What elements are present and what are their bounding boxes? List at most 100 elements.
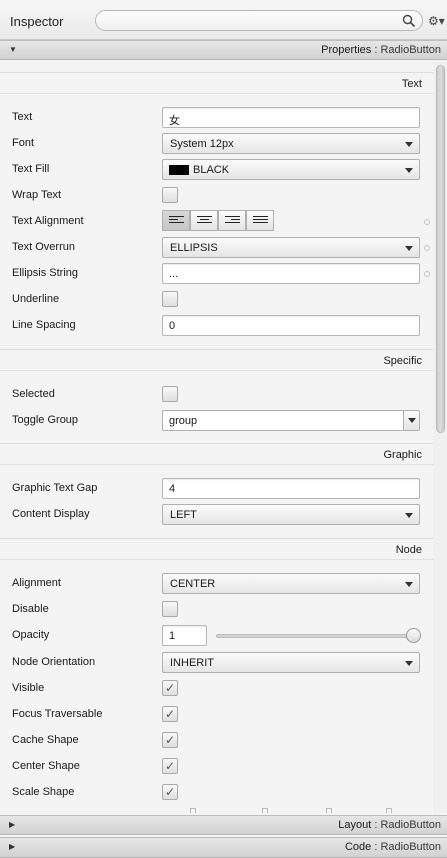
visible-label: Visible [12, 682, 45, 694]
row-center-shape: Center Shape ✓ [0, 754, 433, 780]
chevron-down-icon [405, 661, 413, 666]
row-focus-traversable: Focus Traversable ✓ [0, 702, 433, 728]
layout-section-header[interactable]: ▶ Layout : RadioButton [0, 815, 447, 835]
chevron-right-icon: ▶ [9, 842, 16, 851]
row-wrap-text: Wrap Text [0, 183, 433, 209]
row-text-alignment: Text Alignment [0, 209, 433, 235]
scrollbar[interactable] [433, 61, 447, 813]
line-spacing-field[interactable]: 0 [162, 315, 420, 336]
graphic-text-gap-field[interactable]: 4 [162, 478, 420, 499]
selected-label: Selected [12, 388, 55, 400]
text-fill-label: Text Fill [12, 163, 50, 175]
center-shape-label: Center Shape [12, 760, 80, 772]
opacity-slider-track[interactable] [216, 634, 414, 638]
group-header-specific: Specific [0, 349, 433, 371]
chevron-down-icon [405, 246, 413, 251]
properties-section-title: Properties : RadioButton [321, 44, 441, 56]
wrap-text-checkbox[interactable] [162, 187, 178, 203]
row-line-spacing: Line Spacing 0 [0, 313, 433, 339]
properties-section-header[interactable]: ▼ Properties : RadioButton [0, 40, 447, 60]
center-shape-checkbox[interactable]: ✓ [162, 758, 178, 774]
align-left-button[interactable] [162, 210, 190, 231]
align-center-button[interactable] [190, 210, 218, 231]
alignment-label: Alignment [12, 577, 61, 589]
text-alignment-label: Text Alignment [12, 215, 84, 227]
align-right-icon [225, 216, 240, 227]
toggle-group-combo[interactable]: group [162, 410, 420, 431]
focus-traversable-checkbox[interactable]: ✓ [162, 706, 178, 722]
code-section-header[interactable]: ▶ Code : RadioButton [0, 837, 447, 858]
row-opacity: Opacity 1 [0, 623, 433, 649]
underline-checkbox[interactable] [162, 291, 178, 307]
node-orientation-combo[interactable]: INHERIT [162, 652, 420, 673]
text-overrun-combo[interactable]: ELLIPSIS [162, 237, 420, 258]
align-justify-icon [253, 216, 268, 227]
code-section-title: Code : RadioButton [344, 841, 441, 853]
disable-checkbox[interactable] [162, 601, 178, 617]
search-icon [402, 14, 416, 28]
chevron-down-icon: ▼ [9, 45, 17, 54]
focus-traversable-label: Focus Traversable [12, 708, 103, 720]
row-text: Text 女 [0, 105, 433, 131]
row-node-orientation: Node Orientation INHERIT [0, 650, 433, 676]
align-right-button[interactable] [218, 210, 246, 231]
inspector-header: Inspector ⚙▾ [0, 0, 447, 40]
scale-shape-checkbox[interactable]: ✓ [162, 784, 178, 800]
align-justify-button[interactable] [246, 210, 274, 231]
cache-shape-label: Cache Shape [12, 734, 79, 746]
text-alignment-segmented [162, 210, 274, 231]
checkmark-icon: ✓ [165, 785, 176, 799]
row-underline: Underline [0, 287, 433, 313]
row-text-fill: Text Fill BLACK [0, 157, 433, 183]
chevron-down-icon [405, 168, 413, 173]
toggle-group-label: Toggle Group [12, 414, 79, 426]
row-ellipsis-string: Ellipsis String ... [0, 261, 433, 287]
wrap-text-label: Wrap Text [12, 189, 62, 201]
opacity-slider-thumb[interactable] [406, 628, 421, 643]
opacity-field[interactable]: 1 [162, 625, 207, 646]
toggle-group-dropdown-button[interactable] [403, 411, 419, 430]
layout-section-title: Layout : RadioButton [338, 819, 441, 831]
scale-shape-label: Scale Shape [12, 786, 75, 798]
font-label: Font [12, 137, 35, 149]
visible-checkbox[interactable]: ✓ [162, 680, 178, 696]
reset-dot[interactable] [424, 271, 430, 277]
chevron-right-icon: ▶ [9, 820, 16, 829]
scrollbar-thumb[interactable] [436, 65, 445, 433]
group-header-node: Node [0, 538, 433, 560]
row-cache-shape: Cache Shape ✓ [0, 728, 433, 754]
checkmark-icon: ✓ [165, 681, 176, 695]
opacity-label: Opacity [12, 629, 50, 641]
properties-panel: Text Text 女 Font System 12px Text Fill B… [0, 61, 447, 813]
checkmark-icon: ✓ [165, 707, 176, 721]
ellipsis-string-field[interactable]: ... [162, 263, 420, 284]
line-spacing-label: Line Spacing [12, 319, 76, 331]
reset-dot[interactable] [424, 245, 430, 251]
text-fill-combo[interactable]: BLACK [162, 159, 420, 180]
underline-label: Underline [12, 293, 60, 305]
cache-shape-checkbox[interactable]: ✓ [162, 732, 178, 748]
cutoff-controls [0, 808, 433, 813]
row-visible: Visible ✓ [0, 676, 433, 702]
row-disable: Disable [0, 597, 433, 623]
content-display-combo[interactable]: LEFT [162, 504, 420, 525]
row-toggle-group: Toggle Group group [0, 408, 433, 434]
gear-icon[interactable]: ⚙▾ [428, 14, 445, 28]
checkmark-icon: ✓ [165, 759, 176, 773]
text-overrun-label: Text Overrun [12, 241, 75, 253]
row-graphic-text-gap: Graphic Text Gap 4 [0, 476, 433, 502]
chevron-down-icon [405, 142, 413, 147]
disable-label: Disable [12, 603, 49, 615]
row-selected: Selected [0, 382, 433, 408]
font-combo[interactable]: System 12px [162, 133, 420, 154]
selected-checkbox[interactable] [162, 386, 178, 402]
reset-dot[interactable] [424, 219, 430, 225]
chevron-down-icon [408, 418, 416, 423]
content-display-label: Content Display [12, 508, 90, 520]
node-orientation-label: Node Orientation [12, 656, 96, 668]
chevron-down-icon [405, 582, 413, 587]
text-field[interactable]: 女 [162, 107, 420, 128]
alignment-combo[interactable]: CENTER [162, 573, 420, 594]
search-input[interactable] [95, 10, 423, 31]
checkmark-icon: ✓ [165, 733, 176, 747]
